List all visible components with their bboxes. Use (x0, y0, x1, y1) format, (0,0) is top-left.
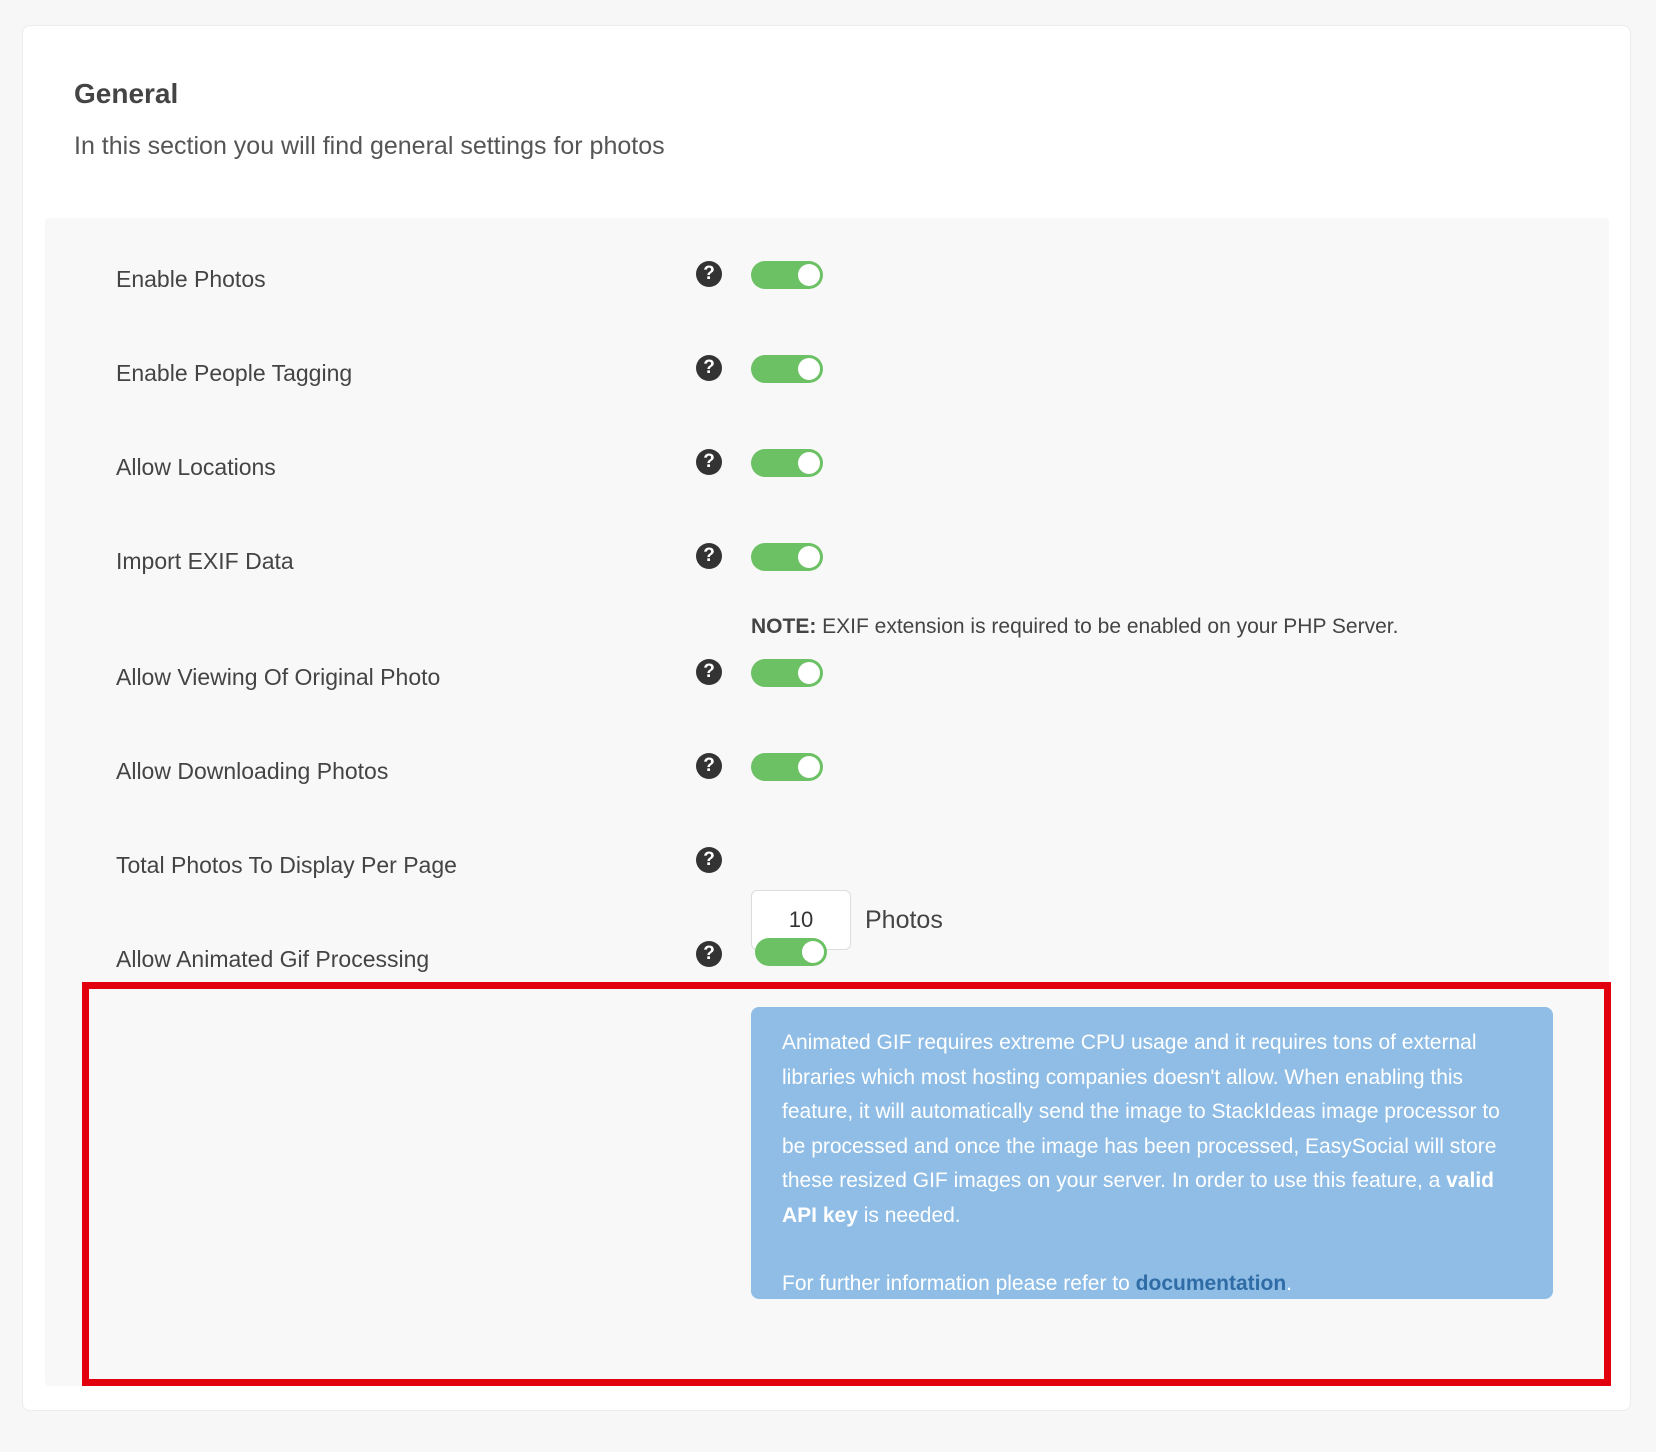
toggle-knob (798, 756, 820, 778)
section-description: In this section you will find general se… (74, 132, 665, 160)
toggle-allow-animated-gif-processing[interactable] (755, 938, 827, 966)
doc-suffix: . (1286, 1272, 1293, 1295)
gif-info-text: Animated GIF requires extreme CPU usage … (782, 1026, 1523, 1233)
help-icon[interactable]: ? (696, 543, 722, 569)
toggle-knob (798, 452, 820, 474)
doc-prefix: For further information please refer to (782, 1272, 1136, 1295)
setting-label-allow-downloading-photos: Allow Downloading Photos (116, 758, 389, 784)
setting-label-enable-photos: Enable Photos (116, 266, 266, 292)
help-icon[interactable]: ? (696, 847, 722, 873)
help-icon[interactable]: ? (696, 449, 722, 475)
help-icon[interactable]: ? (696, 355, 722, 381)
section-title: General (74, 78, 179, 109)
settings-panel: General In this section you will find ge… (22, 25, 1631, 1411)
documentation-link[interactable]: documentation (1136, 1272, 1287, 1295)
toggle-knob (798, 546, 820, 568)
toggle-allow-viewing-original-photo[interactable] (751, 659, 823, 687)
toggle-knob (798, 358, 820, 380)
help-icon[interactable]: ? (696, 941, 722, 967)
toggle-allow-downloading-photos[interactable] (751, 753, 823, 781)
gif-info-text-part: Animated GIF requires extreme CPU usage … (782, 1031, 1500, 1192)
setting-label-enable-people-tagging: Enable People Tagging (116, 360, 353, 386)
help-icon[interactable]: ? (696, 659, 722, 685)
note-text: EXIF extension is required to be enabled… (816, 615, 1399, 638)
setting-label-allow-locations: Allow Locations (116, 454, 276, 480)
toggle-enable-people-tagging[interactable] (751, 355, 823, 383)
toggle-knob (798, 662, 820, 684)
setting-label-allow-viewing-original-photo: Allow Viewing Of Original Photo (116, 664, 441, 690)
gif-info-text-end: is needed. (857, 1203, 961, 1227)
help-icon[interactable]: ? (696, 261, 722, 287)
toggle-import-exif-data[interactable] (751, 543, 823, 571)
note-prefix: NOTE: (751, 615, 817, 638)
toggle-enable-photos[interactable] (751, 261, 823, 289)
gif-info-doc-line: For further information please refer to … (782, 1267, 1523, 1302)
photos-unit-label: Photos (865, 906, 943, 934)
setting-label-import-exif-data: Import EXIF Data (116, 548, 294, 574)
toggle-knob (798, 264, 820, 286)
settings-body: Enable Photos ? Enable People Tagging ? … (45, 218, 1611, 1386)
gif-info-callout: Animated GIF requires extreme CPU usage … (751, 1007, 1553, 1299)
setting-label-total-photos-per-page: Total Photos To Display Per Page (116, 852, 457, 878)
exif-note: NOTE: EXIF extension is required to be e… (751, 615, 1398, 639)
help-icon[interactable]: ? (696, 753, 722, 779)
setting-label-allow-animated-gif-processing: Allow Animated Gif Processing (116, 946, 430, 972)
toggle-knob (802, 941, 824, 963)
toggle-allow-locations[interactable] (751, 449, 823, 477)
